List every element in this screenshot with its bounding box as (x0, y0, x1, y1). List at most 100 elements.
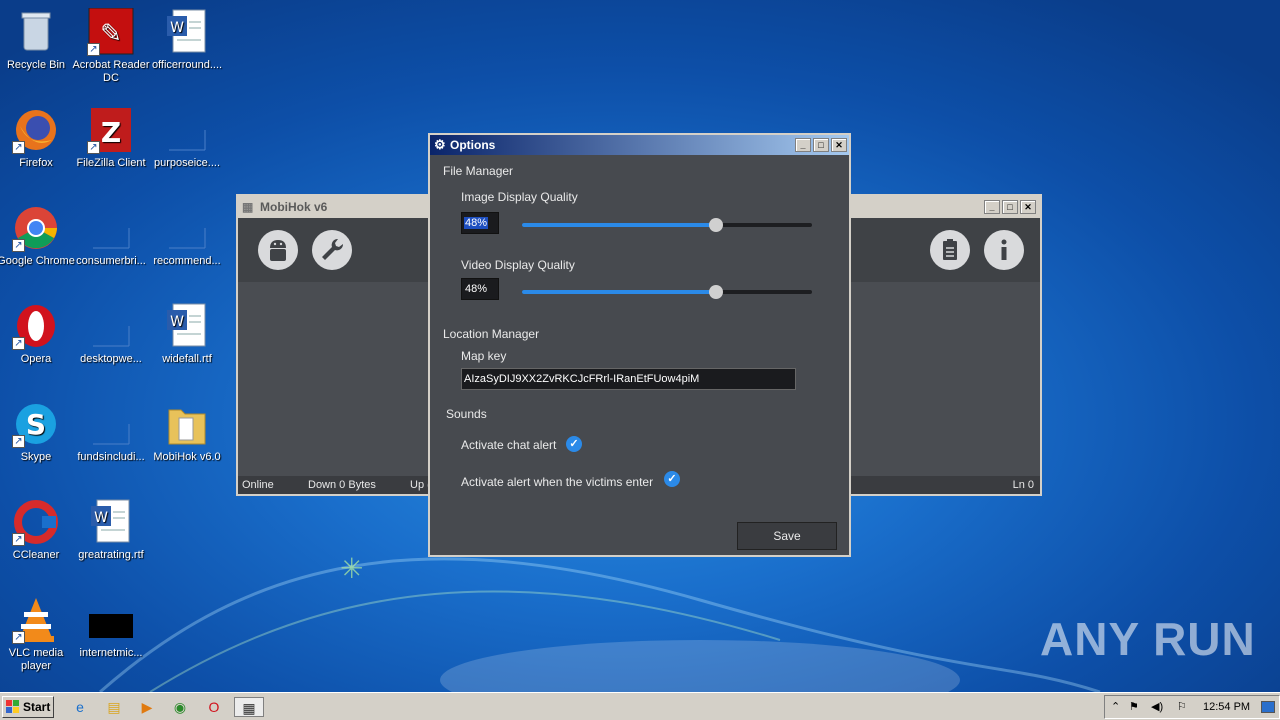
network-icon[interactable]: ⚐ (1177, 696, 1187, 718)
word-doc-icon: W (163, 8, 211, 56)
file-manager-heading: File Manager (443, 164, 514, 178)
desktop-icon-chrome[interactable]: ↗ Google Chrome (0, 204, 75, 268)
maximize-button[interactable]: □ (1002, 200, 1018, 214)
word-doc-icon: W (163, 302, 211, 350)
desktop-icon-acrobat[interactable]: ✎ ↗ Acrobat Reader DC (72, 7, 150, 85)
victims-alert-label: Activate alert when the victims enter (461, 475, 654, 489)
image-quality-slider[interactable] (522, 218, 812, 232)
android-icon[interactable] (258, 230, 298, 270)
location-manager-heading: Location Manager (443, 327, 540, 341)
status-line: Ln 0 (1012, 479, 1034, 491)
skype-icon: S ↗ (12, 400, 60, 448)
svg-text:✳: ✳ (340, 552, 363, 585)
opera-taskbar-icon[interactable]: O (204, 697, 224, 717)
recycle-bin-icon (12, 8, 60, 56)
svg-text:Z: Z (101, 116, 121, 149)
desktop-icon-officerround[interactable]: W officerround.... (148, 8, 226, 72)
mobihok-window-controls: _ □ ✕ (984, 200, 1036, 214)
desktop-icon-greatrating[interactable]: W greatrating.rtf (72, 498, 150, 562)
desktop-icon-firefox[interactable]: ↗ Firefox (0, 106, 75, 170)
desktop-icon-recommend[interactable]: recommend... (148, 204, 226, 268)
close-button[interactable]: ✕ (831, 138, 847, 152)
explorer-icon[interactable]: ▤ (104, 697, 124, 717)
acrobat-icon: ✎ ↗ (87, 7, 135, 56)
wrench-icon[interactable] (312, 230, 352, 270)
desktop-icon-vlc[interactable]: ↗ VLC media player (0, 596, 75, 673)
chrome-taskbar-icon[interactable]: ◉ (170, 697, 190, 717)
desktop-icon-filezilla[interactable]: Z ↗ FileZilla Client (72, 106, 150, 170)
volume-icon[interactable]: ◀) (1151, 696, 1163, 718)
victims-alert-checkbox[interactable]: ✓ (664, 471, 680, 487)
mobihok-app-icon: ▦ (242, 200, 254, 214)
desktop-icon-widefall[interactable]: W widefall.rtf (148, 302, 226, 366)
map-key-input[interactable]: AIzaSyDIJ9XX2ZvRKCJcFRrl-IRanEtFUow4piM (461, 368, 796, 390)
mobihok-title: MobiHok v6 (260, 200, 328, 214)
video-quality-label: Video Display Quality (461, 258, 575, 272)
slider-thumb[interactable] (709, 218, 724, 232)
chrome-icon: ↗ (12, 204, 60, 252)
minimize-button[interactable]: _ (984, 200, 1000, 214)
desktop-icon-recycle-bin[interactable]: Recycle Bin (0, 8, 75, 72)
blank-file-icon (87, 400, 135, 448)
black-file-icon (87, 596, 135, 644)
start-button[interactable]: Start (2, 696, 54, 718)
blank-file-icon (87, 204, 135, 252)
sounds-heading: Sounds (446, 407, 487, 421)
shortcut-arrow-icon: ↗ (12, 435, 25, 448)
close-button[interactable]: ✕ (1020, 200, 1036, 214)
shortcut-arrow-icon: ↗ (12, 533, 25, 546)
desktop-icon-fundsincludi[interactable]: fundsincludi... (72, 400, 150, 464)
desktop-icon-opera[interactable]: ↗ Opera (0, 302, 75, 366)
map-key-label: Map key (461, 349, 507, 363)
media-player-icon[interactable]: ▶ (137, 697, 157, 717)
vlc-icon: ↗ (12, 596, 60, 644)
desktop-icon-desktopwe[interactable]: desktopwe... (72, 302, 150, 366)
options-window-controls: _ □ ✕ (795, 138, 847, 152)
tray-expand-icon[interactable]: ⌃ (1111, 696, 1120, 718)
shortcut-arrow-icon: ↗ (12, 141, 25, 154)
opera-icon: ↗ (12, 302, 60, 350)
video-quality-input[interactable]: 48% (461, 278, 499, 300)
svg-text:S: S (26, 408, 46, 441)
maximize-button[interactable]: □ (813, 138, 829, 152)
options-titlebar[interactable]: ⚙ Options _ □ ✕ (430, 135, 849, 155)
desktop-icon-ccleaner[interactable]: ↗ CCleaner (0, 498, 75, 562)
info-icon[interactable] (984, 230, 1024, 270)
minimize-button[interactable]: _ (795, 138, 811, 152)
options-title: Options (450, 138, 496, 152)
svg-text:W: W (170, 20, 184, 36)
blank-file-icon (87, 302, 135, 350)
image-quality-input[interactable]: 48% (461, 212, 499, 234)
action-center-icon[interactable]: ⚑ (1129, 696, 1139, 718)
chat-alert-checkbox[interactable]: ✓ (566, 436, 582, 452)
anyrun-watermark: ANY RUN (1040, 613, 1256, 665)
clipboard-icon[interactable] (930, 230, 970, 270)
taskbar: Start e ▤ ▶ ◉ O ▦ ⌃ ⚑ ◀) ⚐ 12:54 PM (0, 692, 1280, 720)
show-desktop-icon[interactable] (1261, 701, 1275, 713)
svg-text:W: W (94, 510, 108, 526)
gear-icon: ⚙ (434, 137, 446, 152)
ie-icon[interactable]: e (70, 697, 90, 717)
system-tray: ⌃ ⚑ ◀) ⚐ 12:54 PM (1104, 695, 1280, 719)
save-button[interactable]: Save (737, 522, 837, 550)
ccleaner-icon: ↗ (12, 498, 60, 546)
mobihok-taskbar-button[interactable]: ▦ (234, 697, 264, 717)
shortcut-arrow-icon: ↗ (12, 239, 25, 252)
desktop-icon-consumerbri[interactable]: consumerbri... (72, 204, 150, 268)
svg-text:✎: ✎ (100, 19, 122, 49)
windows-flag-icon (6, 700, 20, 714)
desktop-icon-purposeice[interactable]: purposeice.... (148, 106, 226, 170)
desktop-icon-internetmic[interactable]: internetmic... (72, 596, 150, 660)
desktop-icon-skype[interactable]: S ↗ Skype (0, 400, 75, 464)
firefox-icon: ↗ (12, 106, 60, 154)
shortcut-arrow-icon: ↗ (12, 337, 25, 350)
shortcut-arrow-icon: ↗ (12, 631, 25, 644)
video-quality-slider[interactable] (522, 285, 812, 299)
slider-fill (522, 290, 717, 294)
options-dialog: ⚙ Options _ □ ✕ File Manager Image Displ… (428, 133, 851, 557)
slider-thumb[interactable] (709, 285, 724, 299)
clock: 12:54 PM (1203, 701, 1251, 713)
image-quality-label: Image Display Quality (461, 190, 578, 204)
folder-icon (163, 400, 211, 448)
desktop-icon-mobihok-folder[interactable]: MobiHok v6.0 (148, 400, 226, 464)
